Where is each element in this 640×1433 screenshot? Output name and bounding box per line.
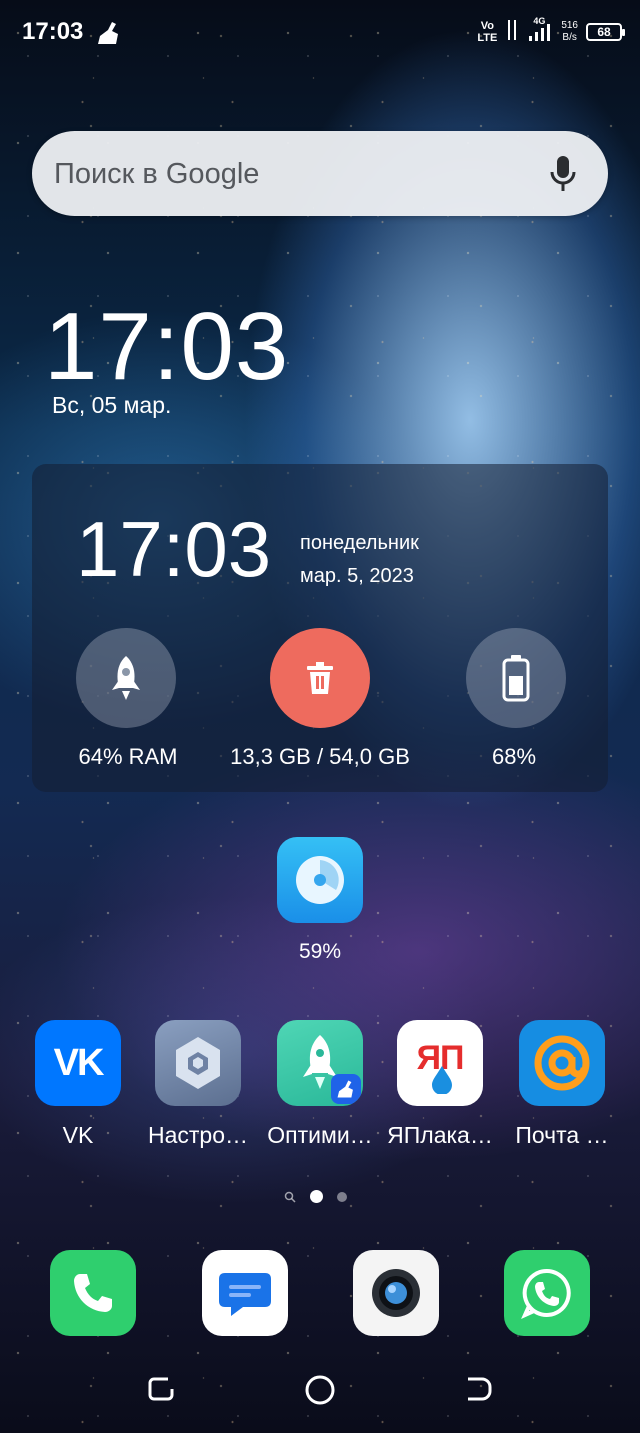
optimizer-icon xyxy=(277,1020,363,1106)
recent-apps-button[interactable] xyxy=(146,1374,176,1409)
app-settings[interactable]: Настро… xyxy=(138,1020,258,1149)
back-button[interactable] xyxy=(464,1374,494,1409)
ram-boost-button[interactable] xyxy=(76,628,176,728)
microphone-icon[interactable] xyxy=(548,154,578,199)
status-icons: Vo LTE 4G 516 B/s 68 xyxy=(477,15,625,47)
phone-master-icon[interactable] xyxy=(277,837,363,923)
storage-clean-button[interactable] xyxy=(270,628,370,728)
ram-label: 64% RAM xyxy=(78,744,178,769)
whatsapp-icon[interactable] xyxy=(504,1250,590,1336)
battery-icon xyxy=(502,655,530,702)
app-label: Почта … xyxy=(515,1122,609,1148)
volte-indicator: Vo LTE xyxy=(477,20,498,44)
battery-icon: 68 xyxy=(586,23,625,41)
app-optimizer[interactable]: Оптими… xyxy=(260,1020,380,1149)
camera-icon[interactable] xyxy=(353,1250,439,1336)
network-type: 4G xyxy=(533,15,546,26)
storage-label: 13,3 GB / 54,0 GB xyxy=(230,744,410,769)
home-button[interactable] xyxy=(304,1374,336,1411)
data-arrows-icon xyxy=(505,18,519,47)
settings-icon xyxy=(155,1020,241,1106)
network-speed: 516 B/s xyxy=(561,20,578,43)
trash-icon xyxy=(307,662,333,694)
widget-date: мар. 5, 2023 xyxy=(300,565,414,587)
search-placeholder: Поиск в Google xyxy=(54,158,260,190)
app-label: ЯПлака… xyxy=(387,1122,493,1148)
clock-date: Вс, 05 мар. xyxy=(52,392,172,418)
yaplakal-icon: ЯП xyxy=(397,1020,483,1106)
google-search-bar[interactable]: Поиск в Google xyxy=(32,131,608,216)
app-mail[interactable]: Почта … xyxy=(502,1020,622,1149)
status-time: 17:03 xyxy=(22,18,84,45)
app-label: VK xyxy=(62,1122,94,1148)
phone-icon[interactable] xyxy=(50,1250,136,1336)
app-yaplakal[interactable]: ЯП ЯПлака… xyxy=(380,1020,500,1149)
app-label: Настро… xyxy=(147,1122,249,1148)
search-page-icon xyxy=(284,1191,296,1203)
page-dot-active[interactable] xyxy=(310,1190,323,1203)
battery-button[interactable] xyxy=(466,628,566,728)
system-widget: 17:03 понедельник мар. 5, 2023 64% RAM 1… xyxy=(32,464,608,792)
clock-time[interactable]: 17:03 xyxy=(44,292,289,402)
messages-icon[interactable] xyxy=(202,1250,288,1336)
app-vk[interactable]: VK VK xyxy=(18,1020,138,1149)
mail-icon xyxy=(519,1020,605,1106)
widget-weekday: понедельник xyxy=(300,532,419,554)
signal-icon: 4G xyxy=(527,15,553,47)
battery-label: 68% xyxy=(491,744,537,769)
app-label: Оптими… xyxy=(267,1122,373,1148)
page-indicator xyxy=(284,1190,347,1203)
vk-icon: VK xyxy=(35,1020,121,1106)
status-bar: 17:03 Vo LTE 4G 516 B/s 68 xyxy=(0,0,640,66)
navigation-bar xyxy=(0,1360,640,1420)
page-dot[interactable] xyxy=(337,1191,347,1202)
battery-level: 68 xyxy=(597,25,611,39)
cleaner-badge-icon xyxy=(331,1074,361,1104)
phone-master-label: 59% xyxy=(298,940,342,963)
rocket-icon xyxy=(112,656,140,700)
widget-time: 17:03 xyxy=(76,505,272,593)
cleaner-icon xyxy=(96,20,122,51)
